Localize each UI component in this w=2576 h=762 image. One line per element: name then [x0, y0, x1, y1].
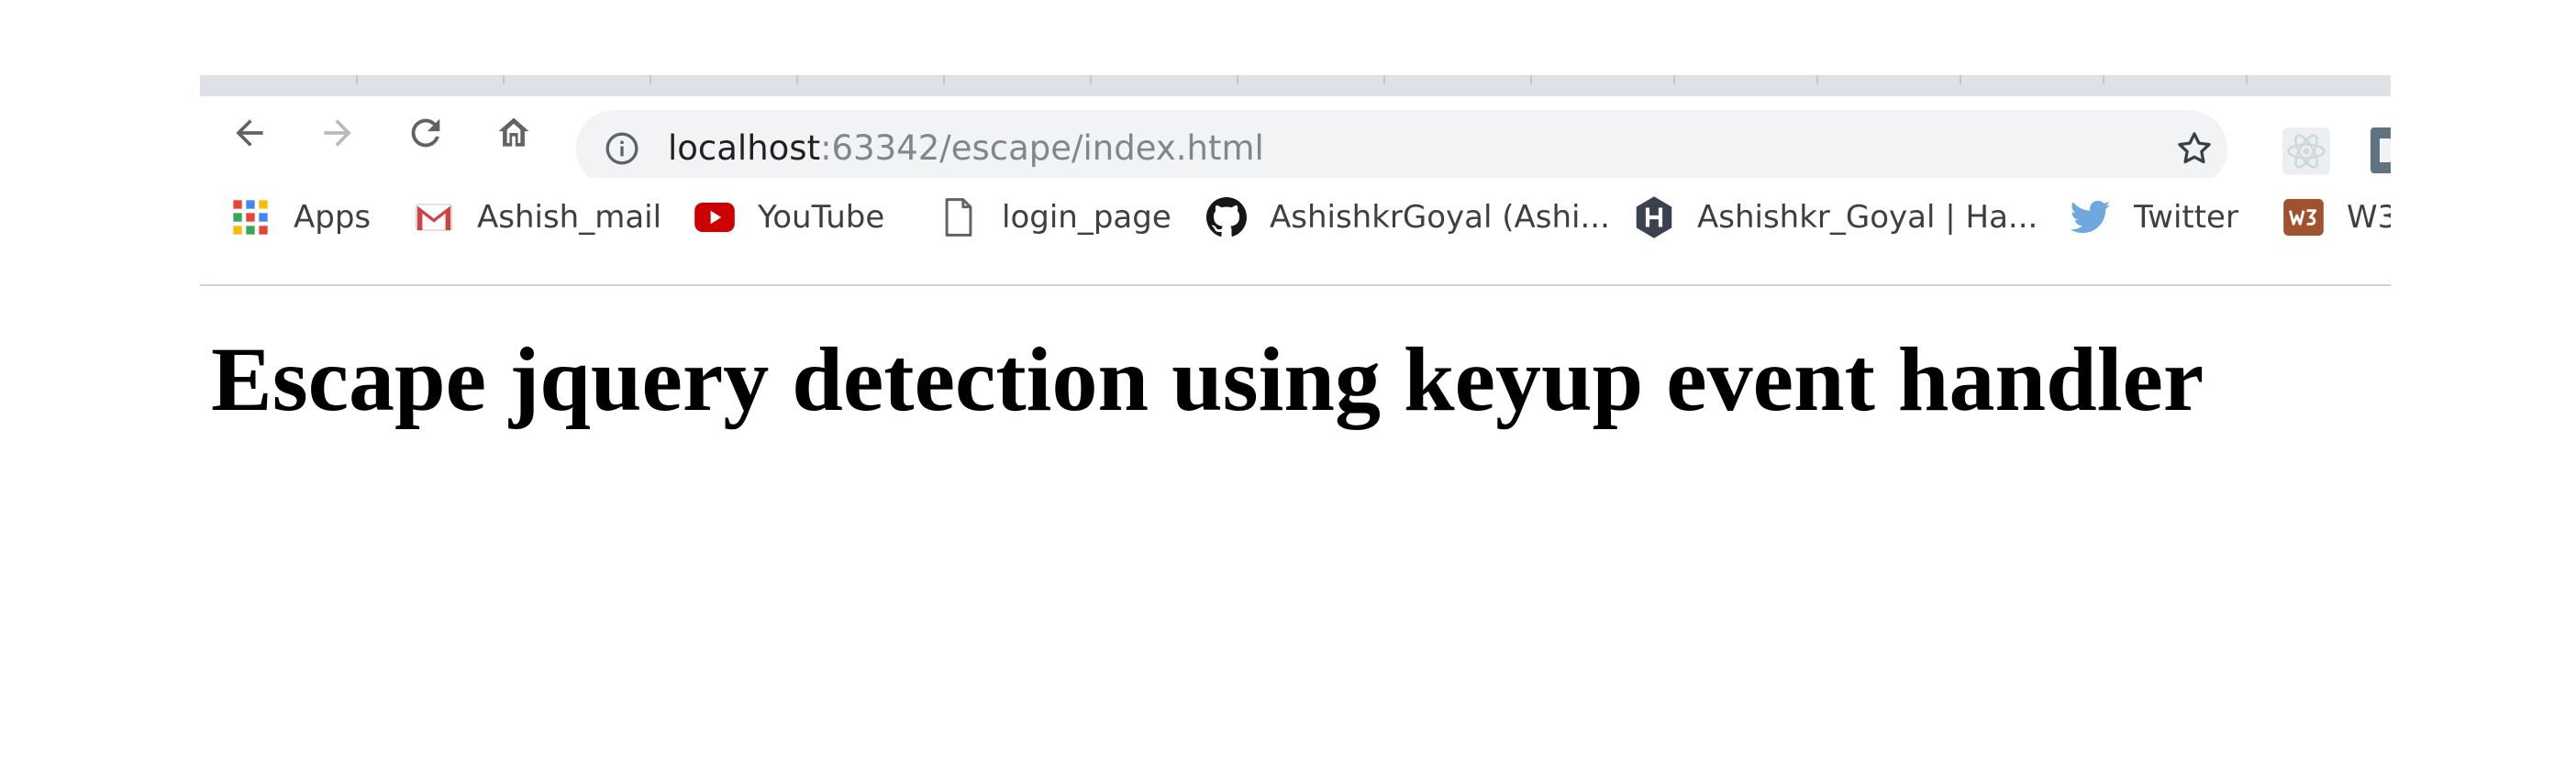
- url-host: localhost: [668, 128, 821, 168]
- bookmark-label: W3S: [2347, 199, 2391, 236]
- bookmark-label: login_page: [1002, 199, 1171, 236]
- bookmarks-bar: Apps Ashish_mail YouTube login_page Ashi…: [200, 178, 2391, 257]
- react-extension-icon[interactable]: [2282, 127, 2330, 175]
- bookmark-label: Apps: [294, 199, 372, 236]
- forward-arrow-icon: [324, 119, 351, 147]
- info-icon[interactable]: [604, 130, 640, 167]
- twitter-icon: [2070, 196, 2112, 238]
- bookmark-label: Twitter: [2134, 199, 2238, 236]
- github-icon: [1205, 196, 1248, 238]
- tab-separator: [1090, 75, 1092, 84]
- w3schools-icon: [2282, 196, 2325, 238]
- tab-separator: [1530, 75, 1532, 84]
- tab-separator: [650, 75, 651, 84]
- back-arrow-icon: [236, 119, 263, 147]
- bookmark-login-page[interactable]: login_page: [938, 194, 1171, 240]
- star-icon[interactable]: [2174, 128, 2215, 169]
- tab-separator: [1237, 75, 1238, 84]
- bookmark-w3schools[interactable]: W3S: [2282, 194, 2391, 240]
- tab-separator: [356, 75, 358, 84]
- url-text[interactable]: localhost:63342/escape/index.html: [668, 110, 1264, 187]
- tab-separator: [796, 75, 798, 84]
- hackerrank-icon: [1633, 196, 1675, 238]
- tab-separator: [1673, 75, 1675, 84]
- apps-grid-icon: [229, 196, 272, 238]
- reload-icon: [411, 118, 440, 148]
- youtube-icon: [694, 196, 736, 238]
- bookmark-hackerrank[interactable]: Ashishkr_Goyal | Ha...: [1633, 194, 2037, 240]
- browser-window: localhost:63342/escape/index.html Apps A…: [200, 75, 2391, 762]
- toolbar-divider: [200, 284, 2391, 286]
- tab-strip: [200, 75, 2391, 96]
- url-path: :63342/escape/index.html: [820, 128, 1264, 168]
- back-button[interactable]: [228, 111, 272, 155]
- gmail-icon: [413, 196, 455, 238]
- page-content: Escape jquery detection using keyup even…: [200, 288, 2391, 762]
- home-button[interactable]: [492, 111, 536, 155]
- tab-separator: [2246, 75, 2248, 84]
- tab-separator: [1816, 75, 1818, 84]
- bookmark-twitter[interactable]: Twitter: [2070, 194, 2238, 240]
- page-heading: Escape jquery detection using keyup even…: [211, 328, 2204, 430]
- bookmark-label: YouTube: [758, 199, 885, 236]
- reload-button[interactable]: [404, 111, 448, 155]
- bookmark-youtube[interactable]: YouTube: [694, 194, 884, 240]
- forward-button[interactable]: [316, 111, 360, 155]
- bookmark-github[interactable]: AshishkrGoyal (Ashi...: [1205, 194, 1610, 240]
- tab-separator: [943, 75, 945, 84]
- bookmark-apps[interactable]: Apps: [229, 194, 371, 240]
- extension-icon[interactable]: [2371, 127, 2391, 173]
- address-bar[interactable]: localhost:63342/escape/index.html: [576, 110, 2227, 187]
- bookmark-label: Ashish_mail: [477, 199, 662, 236]
- page-icon: [938, 196, 980, 238]
- tab-separator: [1960, 75, 1961, 84]
- tab-separator: [1383, 75, 1385, 84]
- bookmark-label: AshishkrGoyal (Ashi...: [1270, 199, 1610, 236]
- bookmark-label: Ashishkr_Goyal | Ha...: [1697, 199, 2038, 236]
- bookmark-ashish-mail[interactable]: Ashish_mail: [413, 194, 661, 240]
- browser-toolbar: localhost:63342/escape/index.html: [200, 96, 2391, 187]
- home-icon: [498, 117, 529, 147]
- tab-separator: [503, 75, 505, 84]
- tab-separator: [2103, 75, 2104, 84]
